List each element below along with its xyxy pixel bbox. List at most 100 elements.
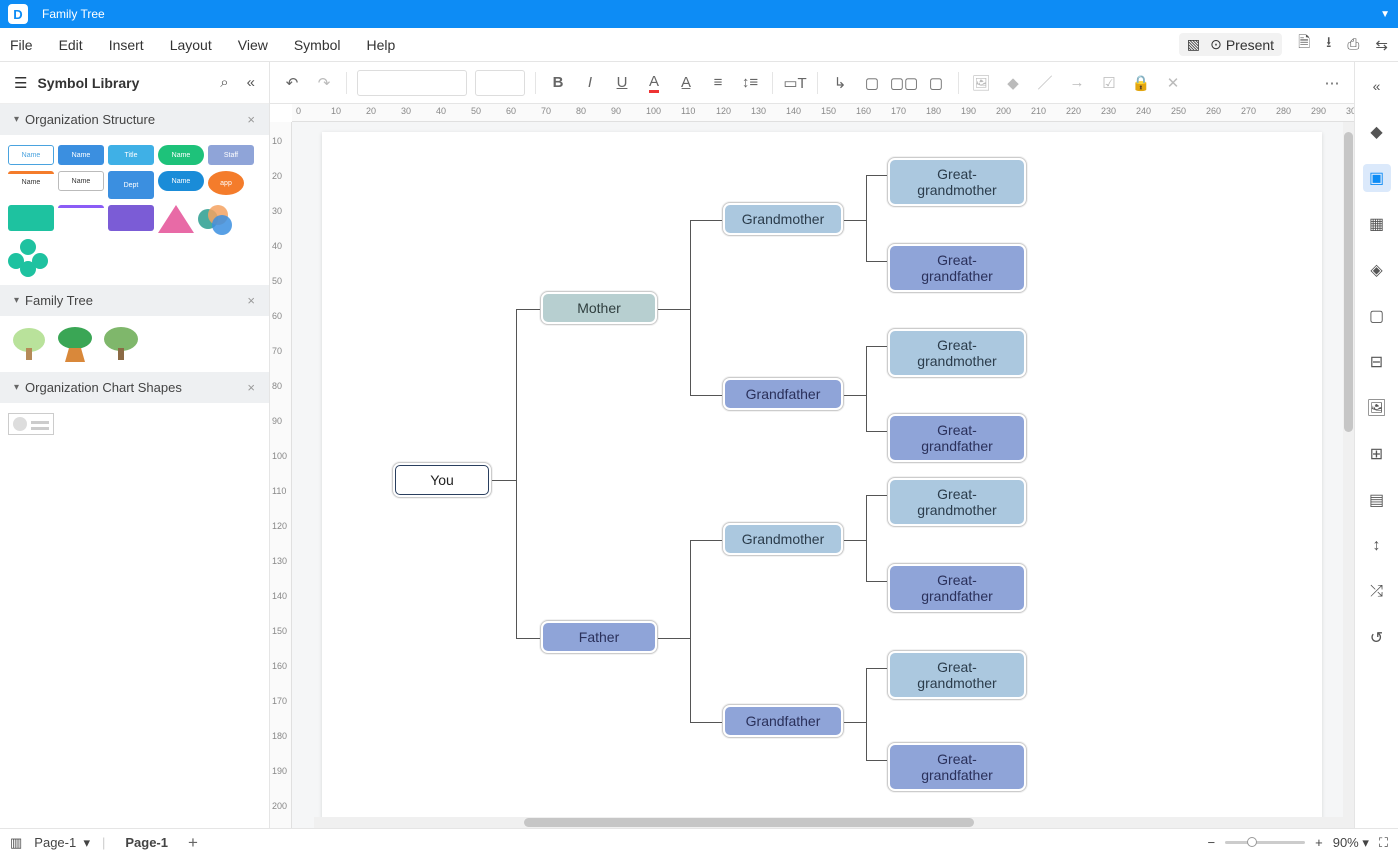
tree-node-ggm1[interactable]: Great-grandmother	[887, 157, 1027, 207]
lock-button[interactable]: 🔒	[1129, 71, 1153, 95]
tree-shape-thumb[interactable]	[8, 326, 50, 362]
shape-thumb[interactable]: Name	[8, 171, 54, 191]
save-icon[interactable]: 🗎	[1298, 32, 1310, 57]
tree-node-gf1[interactable]: Grandfather	[722, 377, 844, 411]
clipboard-panel-icon[interactable]: ▤	[1363, 486, 1391, 514]
category-org-chart-shapes[interactable]: ▾ Organization Chart Shapes ×	[0, 372, 269, 403]
page-surface[interactable]: You Mother Father Grandmother Grandfather Gra…	[322, 132, 1322, 828]
menu-edit[interactable]: Edit	[59, 37, 83, 53]
search-icon[interactable]: ⌕	[220, 74, 228, 91]
shape-thumb[interactable]: app	[208, 171, 244, 195]
image-panel-icon[interactable]: 🖼	[1363, 394, 1391, 422]
shape-thumb[interactable]	[8, 239, 48, 275]
menu-insert[interactable]: Insert	[109, 37, 144, 53]
container-button[interactable]: ▢	[860, 71, 884, 95]
shape-panel-icon[interactable]: ▣	[1363, 164, 1391, 192]
arrow-button[interactable]: →	[1065, 71, 1089, 95]
tree-node-mother[interactable]: Mother	[540, 291, 658, 325]
fullscreen-button[interactable]: ⛶	[1379, 835, 1388, 851]
present-button-group[interactable]: ▧ ⊙ Present	[1179, 33, 1282, 56]
menu-symbol[interactable]: Symbol	[294, 37, 341, 53]
italic-button[interactable]: I	[578, 71, 602, 95]
more-button[interactable]: ⋯	[1320, 71, 1344, 95]
tree-node-father[interactable]: Father	[540, 620, 658, 654]
history-panel-icon[interactable]: ↕	[1363, 532, 1391, 560]
check-button[interactable]: ☑	[1097, 71, 1121, 95]
align-button[interactable]: ≡	[706, 71, 730, 95]
tree-node-ggm2[interactable]: Great-grandmother	[887, 328, 1027, 378]
tree-shape-thumb[interactable]	[54, 326, 96, 362]
add-page-button[interactable]: +	[188, 833, 198, 853]
undo-button[interactable]: ↶	[280, 71, 304, 95]
menu-layout[interactable]: Layout	[170, 37, 212, 53]
category-organization-structure[interactable]: ▾ Organization Structure ×	[0, 104, 269, 135]
page-tab[interactable]: Page-1	[117, 835, 176, 850]
line-button[interactable]: ／	[1033, 71, 1057, 95]
download-icon[interactable]: ⭳	[1326, 32, 1331, 57]
titlebar-dropdown-icon[interactable]: ▼	[1380, 9, 1390, 20]
shape-thumb[interactable]: Dept	[108, 171, 154, 199]
grid-panel-icon[interactable]: ▦	[1363, 210, 1391, 238]
shape-thumb[interactable]	[108, 205, 154, 231]
shape-thumb[interactable]: Name	[8, 145, 54, 165]
shape-thumb[interactable]	[158, 205, 194, 233]
shape-thumb[interactable]: Name	[158, 145, 204, 165]
zoom-slider[interactable]	[1225, 841, 1305, 844]
redo-button[interactable]: ↷	[312, 71, 336, 95]
shape-thumb[interactable]	[58, 205, 104, 231]
page-selector[interactable]: Page-1 ▾	[34, 835, 90, 851]
tree-node-ggf2[interactable]: Great-grandfather	[887, 413, 1027, 463]
shape-thumb[interactable]	[8, 205, 54, 231]
tree-node-ggm3[interactable]: Great-grandmother	[887, 477, 1027, 527]
vertical-scrollbar[interactable]	[1343, 122, 1354, 817]
bold-button[interactable]: B	[546, 71, 570, 95]
layers-panel-icon[interactable]: ◈	[1363, 256, 1391, 284]
shape-thumb[interactable]: Staff	[208, 145, 254, 165]
font-family-select[interactable]	[357, 70, 467, 96]
shape-thumb[interactable]: Name	[58, 171, 104, 191]
tree-node-root[interactable]: You	[392, 462, 492, 498]
fill-button[interactable]: ◆	[1001, 71, 1025, 95]
font-size-select[interactable]	[475, 70, 525, 96]
shape-thumb[interactable]: Title	[108, 145, 154, 165]
underline-button[interactable]: U	[610, 71, 634, 95]
tree-node-ggf4[interactable]: Great-grandfather	[887, 742, 1027, 792]
menu-view[interactable]: View	[238, 37, 268, 53]
presentation-panel-icon[interactable]: ▢	[1363, 302, 1391, 330]
menu-help[interactable]: Help	[367, 37, 396, 53]
close-icon[interactable]: ×	[247, 112, 255, 127]
horizontal-scrollbar[interactable]	[314, 817, 1354, 828]
tree-node-gm2[interactable]: Grandmother	[722, 522, 844, 556]
highlight-button[interactable]: A̲	[674, 71, 698, 95]
collapse-panel-icon[interactable]: «	[1363, 72, 1391, 100]
shape-thumb[interactable]: Name	[158, 171, 204, 191]
tree-node-gf2[interactable]: Grandfather	[722, 704, 844, 738]
shuffle-panel-icon[interactable]: ⤮	[1363, 578, 1391, 606]
category-family-tree[interactable]: ▾ Family Tree ×	[0, 285, 269, 316]
image-button[interactable]: 🖼	[969, 71, 993, 95]
text-box-button[interactable]: ▭T	[783, 71, 807, 95]
fill-panel-icon[interactable]: ◆	[1363, 118, 1391, 146]
tree-node-ggm4[interactable]: Great-grandmother	[887, 650, 1027, 700]
tree-shape-thumb[interactable]	[100, 326, 142, 362]
shape-thumb[interactable]	[198, 205, 234, 233]
print-icon[interactable]: ⎙	[1347, 36, 1359, 53]
close-icon[interactable]: ×	[247, 380, 255, 395]
collapse-sidebar-icon[interactable]: «	[247, 74, 255, 91]
shape-thumb[interactable]: Name	[58, 145, 104, 165]
zoom-out-button[interactable]: −	[1208, 835, 1216, 850]
layers-button[interactable]: ▢▢	[892, 71, 916, 95]
group-button[interactable]: ▢	[924, 71, 948, 95]
shape-thumb[interactable]	[8, 413, 54, 435]
connector-button[interactable]: ↳	[828, 71, 852, 95]
close-icon[interactable]: ×	[247, 293, 255, 308]
zoom-level[interactable]: 90% ▾	[1333, 835, 1369, 851]
zoom-in-button[interactable]: +	[1315, 835, 1323, 850]
canvas[interactable]: You Mother Father Grandmother Grandfather Gra…	[292, 122, 1354, 828]
revision-panel-icon[interactable]: ↺	[1363, 624, 1391, 652]
orgchart-panel-icon[interactable]: ⊞	[1363, 440, 1391, 468]
data-panel-icon[interactable]: ⊟	[1363, 348, 1391, 376]
tree-node-ggf3[interactable]: Great-grandfather	[887, 563, 1027, 613]
line-spacing-button[interactable]: ↕≡	[738, 71, 762, 95]
settings-button[interactable]: ✕	[1161, 71, 1185, 95]
